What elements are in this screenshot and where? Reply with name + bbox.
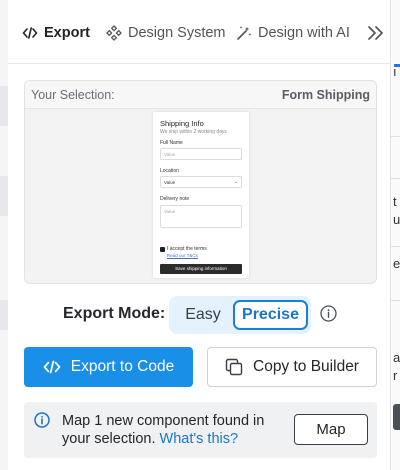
export-panel: Export Design System Design with AI Your… xyxy=(8,0,390,470)
location-select: Value ⌄ xyxy=(160,176,242,188)
chevron-down-icon: ⌄ xyxy=(233,179,238,185)
delivery-note-field: Value xyxy=(160,205,242,228)
form-shipping-thumbnail: Shipping Info We ship within 2 working d… xyxy=(153,112,249,278)
delivery-note-label: Delivery note xyxy=(160,196,190,202)
location-value: Value xyxy=(164,180,176,185)
tab-design-system[interactable]: Design System xyxy=(106,22,226,44)
form-title: Shipping Info xyxy=(160,119,204,128)
selection-name: Form Shipping xyxy=(281,87,370,102)
tab-export-label: Export xyxy=(44,25,90,41)
info-icon[interactable] xyxy=(320,305,337,322)
full-name-label: Full Name xyxy=(160,140,183,146)
tab-design-with-ai-label: Design with AI xyxy=(258,25,350,41)
selection-preview: Your Selection: Form Shipping Shipping I… xyxy=(24,80,377,284)
code-icon xyxy=(22,27,38,39)
map-button[interactable]: Map xyxy=(294,414,368,445)
selection-label: Your Selection: xyxy=(31,87,115,102)
form-subtitle: We ship within 2 working days xyxy=(160,129,227,135)
export-to-code-label: Export to Code xyxy=(70,358,175,375)
tab-design-with-ai[interactable]: Design with AI xyxy=(236,22,350,44)
info-icon xyxy=(34,412,50,428)
magic-wand-icon xyxy=(237,26,252,40)
location-label: Location xyxy=(160,168,179,174)
copy-to-builder-button[interactable]: Copy to Builder xyxy=(207,347,377,387)
code-icon xyxy=(43,360,61,374)
background-app-right-edge: ı t u e a r xyxy=(390,0,400,470)
preview-header: Your Selection: Form Shipping xyxy=(25,81,376,109)
save-shipping-button: Save shipping information xyxy=(160,264,242,274)
export-mode-easy[interactable]: Easy xyxy=(173,300,233,330)
notice-message: Map 1 new component found in your select… xyxy=(62,412,282,448)
terms-checkbox-label: I accept the terms xyxy=(167,246,207,252)
tab-bar: Export Design System Design with AI xyxy=(8,0,390,64)
map-components-notice: Map 1 new component found in your select… xyxy=(24,402,377,458)
export-to-code-button[interactable]: Export to Code xyxy=(24,347,193,387)
export-mode-toggle: Easy Precise xyxy=(169,296,311,334)
export-mode-label: Export Mode: xyxy=(63,305,166,322)
terms-checkbox xyxy=(160,247,165,252)
terms-link: Read our T&Cs xyxy=(167,253,198,258)
tab-design-system-label: Design System xyxy=(128,25,226,41)
copy-icon xyxy=(225,358,243,376)
export-mode-precise[interactable]: Precise xyxy=(233,300,308,330)
background-app-left-edge xyxy=(0,0,8,470)
chevrons-right-icon[interactable] xyxy=(366,22,386,44)
copy-to-builder-label: Copy to Builder xyxy=(253,358,359,375)
components-icon xyxy=(106,25,122,41)
tab-export[interactable]: Export xyxy=(22,22,90,44)
whats-this-link[interactable]: What's this? xyxy=(160,431,239,447)
full-name-field: Value xyxy=(160,148,242,160)
